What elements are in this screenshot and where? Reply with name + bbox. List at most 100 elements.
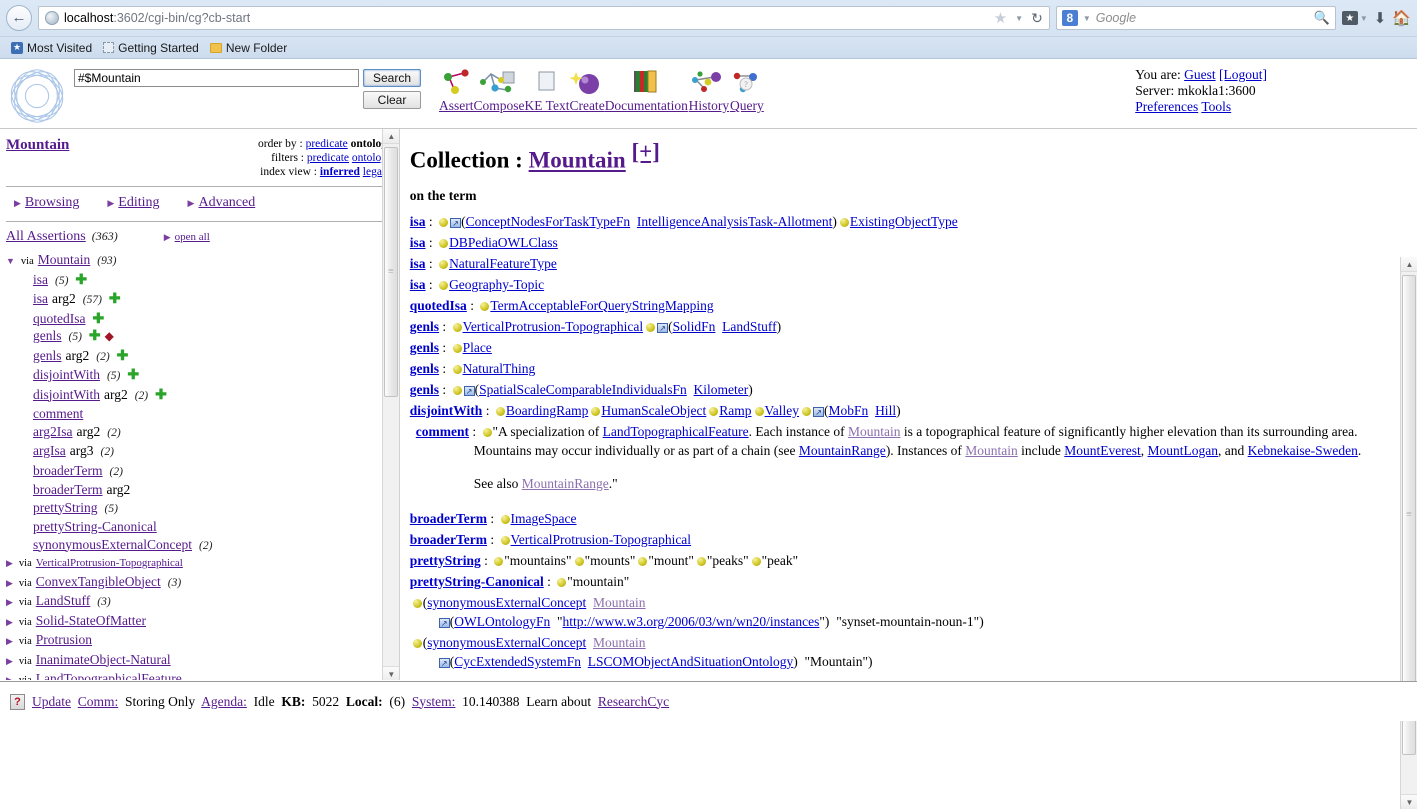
assertion-key[interactable]: isa — [410, 214, 426, 229]
status-link[interactable]: System: — [412, 694, 456, 709]
search-button[interactable]: Search — [363, 69, 421, 87]
diamond-icon[interactable]: ◆ — [105, 328, 114, 346]
tree-group-row[interactable]: ▶ via Solid-StateOfMatter — [6, 612, 393, 632]
scroll-up-icon[interactable]: ▲ — [382, 129, 399, 144]
assertion-key[interactable]: disjointWith — [410, 403, 483, 418]
term-link[interactable]: LandTopographicalFeature — [603, 424, 749, 439]
tree-group-label[interactable]: Protrusion — [36, 631, 92, 649]
term-link[interactable]: ImageSpace — [511, 511, 577, 526]
tree-predicate-row[interactable]: genls (5) ✚ ◆ — [6, 327, 393, 347]
term-link[interactable]: HumanScaleObject — [601, 403, 706, 418]
term-link[interactable]: MountLogan — [1148, 443, 1219, 458]
triangle-right-icon[interactable]: ▶ — [6, 575, 13, 593]
tab-label[interactable]: Advanced — [198, 195, 255, 210]
tree-predicate-row[interactable]: disjointWith (5) ✚ — [6, 366, 393, 386]
scroll-up-icon[interactable]: ▲ — [1401, 257, 1417, 272]
function-icon[interactable]: ↗ — [813, 406, 825, 417]
tree-predicate-label[interactable]: quotedIsa — [33, 310, 85, 328]
tree-predicate-row[interactable]: genls arg2 (2) ✚ — [6, 347, 393, 367]
downloads-icon[interactable]: ⬇ — [1374, 9, 1387, 28]
bookmark-getting-started[interactable]: Getting Started — [100, 41, 202, 55]
tree-predicate-label[interactable]: isa — [33, 290, 48, 308]
tab-label[interactable]: Browsing — [25, 195, 79, 210]
triangle-right-icon[interactable]: ▶ — [6, 653, 13, 671]
title-term-link[interactable]: Mountain — [529, 148, 626, 173]
term-link[interactable]: BoardingRamp — [506, 403, 589, 418]
term-link-visited[interactable]: Mountain — [965, 443, 1018, 458]
tree-group-label[interactable]: LandTopographicalFeature — [36, 670, 182, 680]
term-link[interactable]: synonymousExternalConcept — [427, 635, 586, 650]
tree-predicate-label[interactable]: genls — [33, 347, 62, 365]
tree-predicate-label[interactable]: comment — [33, 405, 83, 423]
term-link[interactable]: LandStuff — [722, 319, 777, 334]
user-name-link[interactable]: Guest — [1184, 67, 1216, 82]
help-question-icon[interactable]: ? — [10, 693, 25, 710]
tree-predicate-row[interactable]: isa arg2 (57) ✚ — [6, 290, 393, 310]
scroll-down-icon[interactable]: ▼ — [382, 666, 399, 680]
tab-advanced[interactable]: ▶ Advanced — [188, 194, 256, 211]
term-link[interactable]: Kilometer — [694, 382, 749, 397]
term-link[interactable]: OWLOntologyFn — [454, 614, 550, 629]
term-link[interactable]: DBPediaOWLClass — [449, 235, 558, 250]
logout-link[interactable]: [Logout] — [1219, 67, 1267, 82]
tree-group-label[interactable]: ConvexTangibleObject — [36, 573, 161, 591]
term-link[interactable]: Geography-Topic — [449, 277, 544, 292]
toolbar-item-assert[interactable]: Assert — [439, 67, 474, 114]
scroll-down-icon[interactable]: ▼ — [1401, 794, 1417, 809]
tree-predicate-row[interactable]: comment — [6, 405, 393, 423]
term-link-visited[interactable]: Mountain — [593, 595, 646, 610]
tree-predicate-label[interactable]: prettyString — [33, 499, 98, 517]
see-also-link[interactable]: MountainRange — [522, 476, 609, 491]
tree-group-row[interactable]: ▶ via VerticalProtrusion-Topographical — [6, 555, 393, 573]
toolbar-item-documentation[interactable]: Documentation — [605, 67, 688, 114]
triangle-down-icon[interactable]: ▼ — [6, 253, 15, 271]
triangle-right-icon[interactable]: ▶ — [6, 633, 13, 651]
tab-label[interactable]: Editing — [118, 195, 159, 210]
term-link[interactable]: Place — [463, 340, 492, 355]
term-link[interactable]: ConceptNodesForTaskTypeFn — [466, 214, 631, 229]
preferences-link[interactable]: Preferences — [1135, 99, 1198, 114]
bookmark-new-folder[interactable]: New Folder — [207, 41, 290, 55]
triangle-right-icon[interactable]: ▶ — [6, 672, 13, 680]
triangle-right-icon[interactable]: ▶ — [6, 555, 13, 573]
clear-button[interactable]: Clear — [363, 91, 421, 109]
tree-predicate-label[interactable]: broaderTerm — [33, 462, 103, 480]
tree-predicate-row[interactable]: argIsa arg3 (2) — [6, 442, 393, 462]
scroll-thumb[interactable]: ≡ — [383, 147, 398, 397]
triangle-right-icon[interactable]: ▶ — [6, 614, 13, 632]
assertion-key[interactable]: prettyString-Canonical — [410, 574, 544, 589]
term-link[interactable]: ExistingObjectType — [850, 214, 958, 229]
tree-predicate-row[interactable]: synonymousExternalConcept (2) — [6, 536, 393, 556]
term-link[interactable]: Ramp — [719, 403, 751, 418]
term-link[interactable]: MountainRange — [799, 443, 886, 458]
toolbar-item-compose[interactable]: Compose — [474, 67, 525, 114]
tab-browsing[interactable]: ▶ Browsing — [14, 194, 79, 211]
tree-predicate-label[interactable]: isa — [33, 271, 48, 289]
tree-predicate-row[interactable]: prettyString (5) — [6, 499, 393, 519]
function-icon[interactable]: ↗ — [438, 617, 450, 628]
filters-predicate[interactable]: predicate — [307, 152, 349, 164]
detail-pane-scrollbar[interactable]: ▲ ≡ ▼ — [1400, 257, 1417, 809]
tree-group-row[interactable]: ▶ via ConvexTangibleObject (3) — [6, 573, 393, 593]
term-link-visited[interactable]: Mountain — [593, 635, 646, 650]
assertion-key[interactable]: quotedIsa — [410, 298, 467, 313]
order-by-predicate[interactable]: predicate — [306, 138, 348, 150]
left-term-link[interactable]: Mountain — [6, 137, 69, 154]
tree-predicate-label[interactable]: prettyString-Canonical — [33, 518, 157, 536]
search-engine-chevron-icon[interactable]: ▼ — [1083, 14, 1091, 23]
term-link[interactable]: SolidFn — [673, 319, 716, 334]
term-link[interactable]: LSCOMObjectAndSituationOntology — [588, 654, 794, 669]
status-link[interactable]: Comm: — [78, 694, 119, 709]
browser-search-box[interactable]: 8 ▼ Google 🔍 — [1055, 6, 1336, 30]
tree-group-row[interactable]: ▶ via LandStuff (3) — [6, 592, 393, 612]
status-link[interactable]: ResearchCyc — [598, 694, 669, 709]
tree-predicate-label[interactable]: arg2Isa — [33, 423, 73, 441]
index-view-inferred[interactable]: inferred — [320, 166, 360, 178]
tree-predicate-label[interactable]: synonymousExternalConcept — [33, 536, 192, 554]
tree-group-label[interactable]: Solid-StateOfMatter — [36, 612, 146, 630]
tree-predicate-label[interactable]: disjointWith — [33, 366, 100, 384]
term-link[interactable]: Kebnekaise-Sweden — [1248, 443, 1358, 458]
tree-predicate-row[interactable]: prettyString-Canonical — [6, 518, 393, 536]
assertion-key[interactable]: genls — [410, 382, 439, 397]
left-pane-scrollbar[interactable]: ▲ ≡ ▼ — [381, 129, 399, 680]
